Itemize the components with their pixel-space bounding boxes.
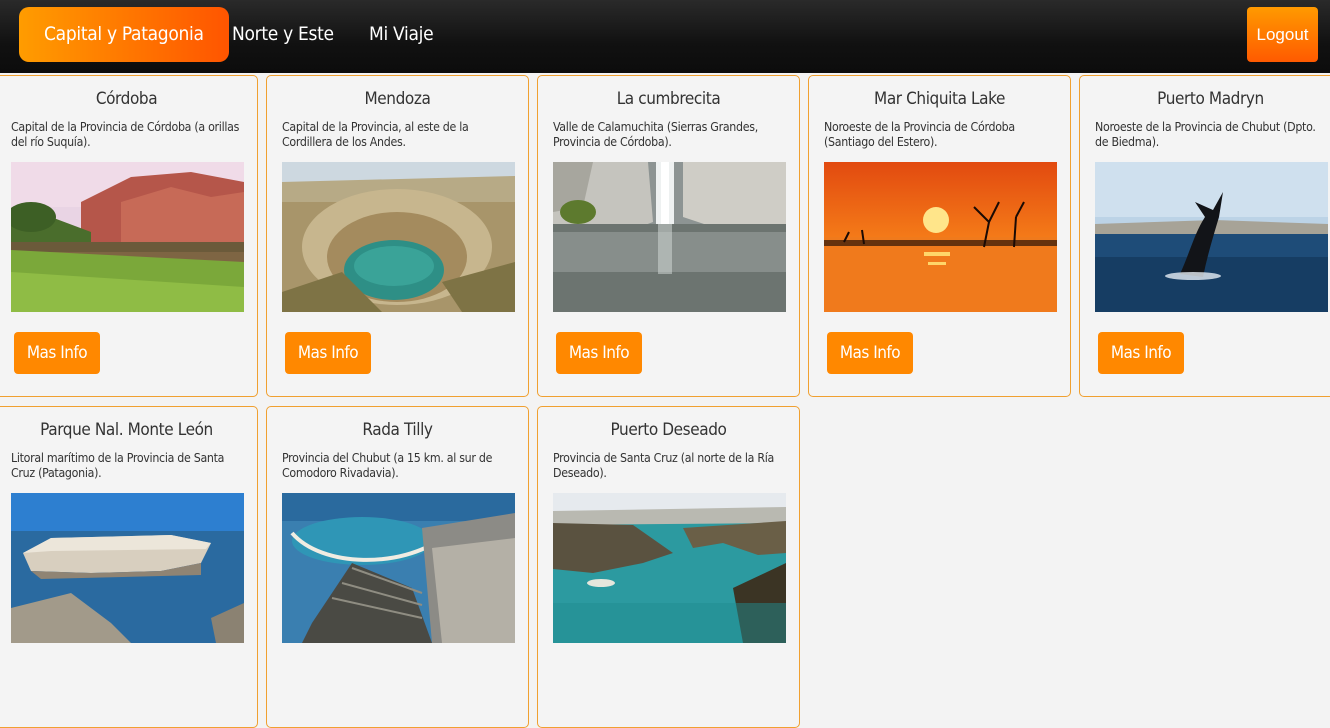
card-description: Noroeste de la Provincia de Chubut (Dpto… xyxy=(1095,120,1316,149)
card-image-cordoba xyxy=(11,162,244,312)
card-image-puerto-madryn xyxy=(1095,162,1328,312)
card-title: Parque Nal. Monte León xyxy=(40,420,213,440)
mas-info-button[interactable]: Mas Info xyxy=(285,332,371,374)
top-navbar: Capital y Patagonia Norte y Este Mi Viaj… xyxy=(0,0,1330,73)
card-description: Provincia de Santa Cruz (al norte de la … xyxy=(553,451,774,480)
tab-mi-viaje[interactable]: Mi Viaje xyxy=(369,7,434,62)
card-image-monte-leon xyxy=(11,493,244,643)
logout-button[interactable]: Logout xyxy=(1247,7,1318,62)
mas-info-button[interactable]: Mas Info xyxy=(1098,332,1184,374)
card-description: Provincia del Chubut (a 15 km. al sur de… xyxy=(282,451,493,480)
destination-card-puerto-deseado: Puerto Deseado Provincia de Santa Cruz (… xyxy=(537,406,800,728)
card-title: Puerto Madryn xyxy=(1157,89,1264,109)
card-title: Mar Chiquita Lake xyxy=(874,89,1005,109)
card-title: Mendoza xyxy=(364,89,431,109)
card-description: Capital de la Provincia, al este de la C… xyxy=(282,120,469,149)
mas-info-button[interactable]: Mas Info xyxy=(827,332,913,374)
destination-card-cordoba: Córdoba Capital de la Provincia de Córdo… xyxy=(0,75,258,397)
card-image-mar-chiquita xyxy=(824,162,1057,312)
card-title: Puerto Deseado xyxy=(610,420,727,440)
card-description: Noroeste de la Provincia de Córdoba (San… xyxy=(824,120,1015,149)
mas-info-button[interactable]: Mas Info xyxy=(14,332,100,374)
card-title: Córdoba xyxy=(95,89,158,109)
card-title: La cumbrecita xyxy=(616,89,721,109)
card-description: Litoral marítimo de la Provincia de Sant… xyxy=(11,451,225,480)
card-image-mendoza xyxy=(282,162,515,312)
destination-card-puerto-madryn: Puerto Madryn Noroeste de la Provincia d… xyxy=(1079,75,1330,397)
destination-card-monte-leon: Parque Nal. Monte León Litoral marítimo … xyxy=(0,406,258,728)
tab-capital-y-patagonia[interactable]: Capital y Patagonia xyxy=(19,7,229,62)
card-image-rada-tilly xyxy=(282,493,515,643)
destination-card-mendoza: Mendoza Capital de la Provincia, al este… xyxy=(266,75,529,397)
card-description: Capital de la Provincia de Córdoba (a or… xyxy=(11,120,240,149)
destination-card-la-cumbrecita: La cumbrecita Valle de Calamuchita (Sier… xyxy=(537,75,800,397)
mas-info-button[interactable]: Mas Info xyxy=(556,332,642,374)
destination-card-mar-chiquita: Mar Chiquita Lake Noroeste de la Provinc… xyxy=(808,75,1071,397)
card-image-puerto-deseado xyxy=(553,493,786,643)
tab-norte-y-este[interactable]: Norte y Este xyxy=(232,7,334,62)
card-description: Valle de Calamuchita (Sierras Grandes, P… xyxy=(553,120,758,149)
card-title: Rada Tilly xyxy=(362,420,433,440)
destination-card-rada-tilly: Rada Tilly Provincia del Chubut (a 15 km… xyxy=(266,406,529,728)
card-image-la-cumbrecita xyxy=(553,162,786,312)
